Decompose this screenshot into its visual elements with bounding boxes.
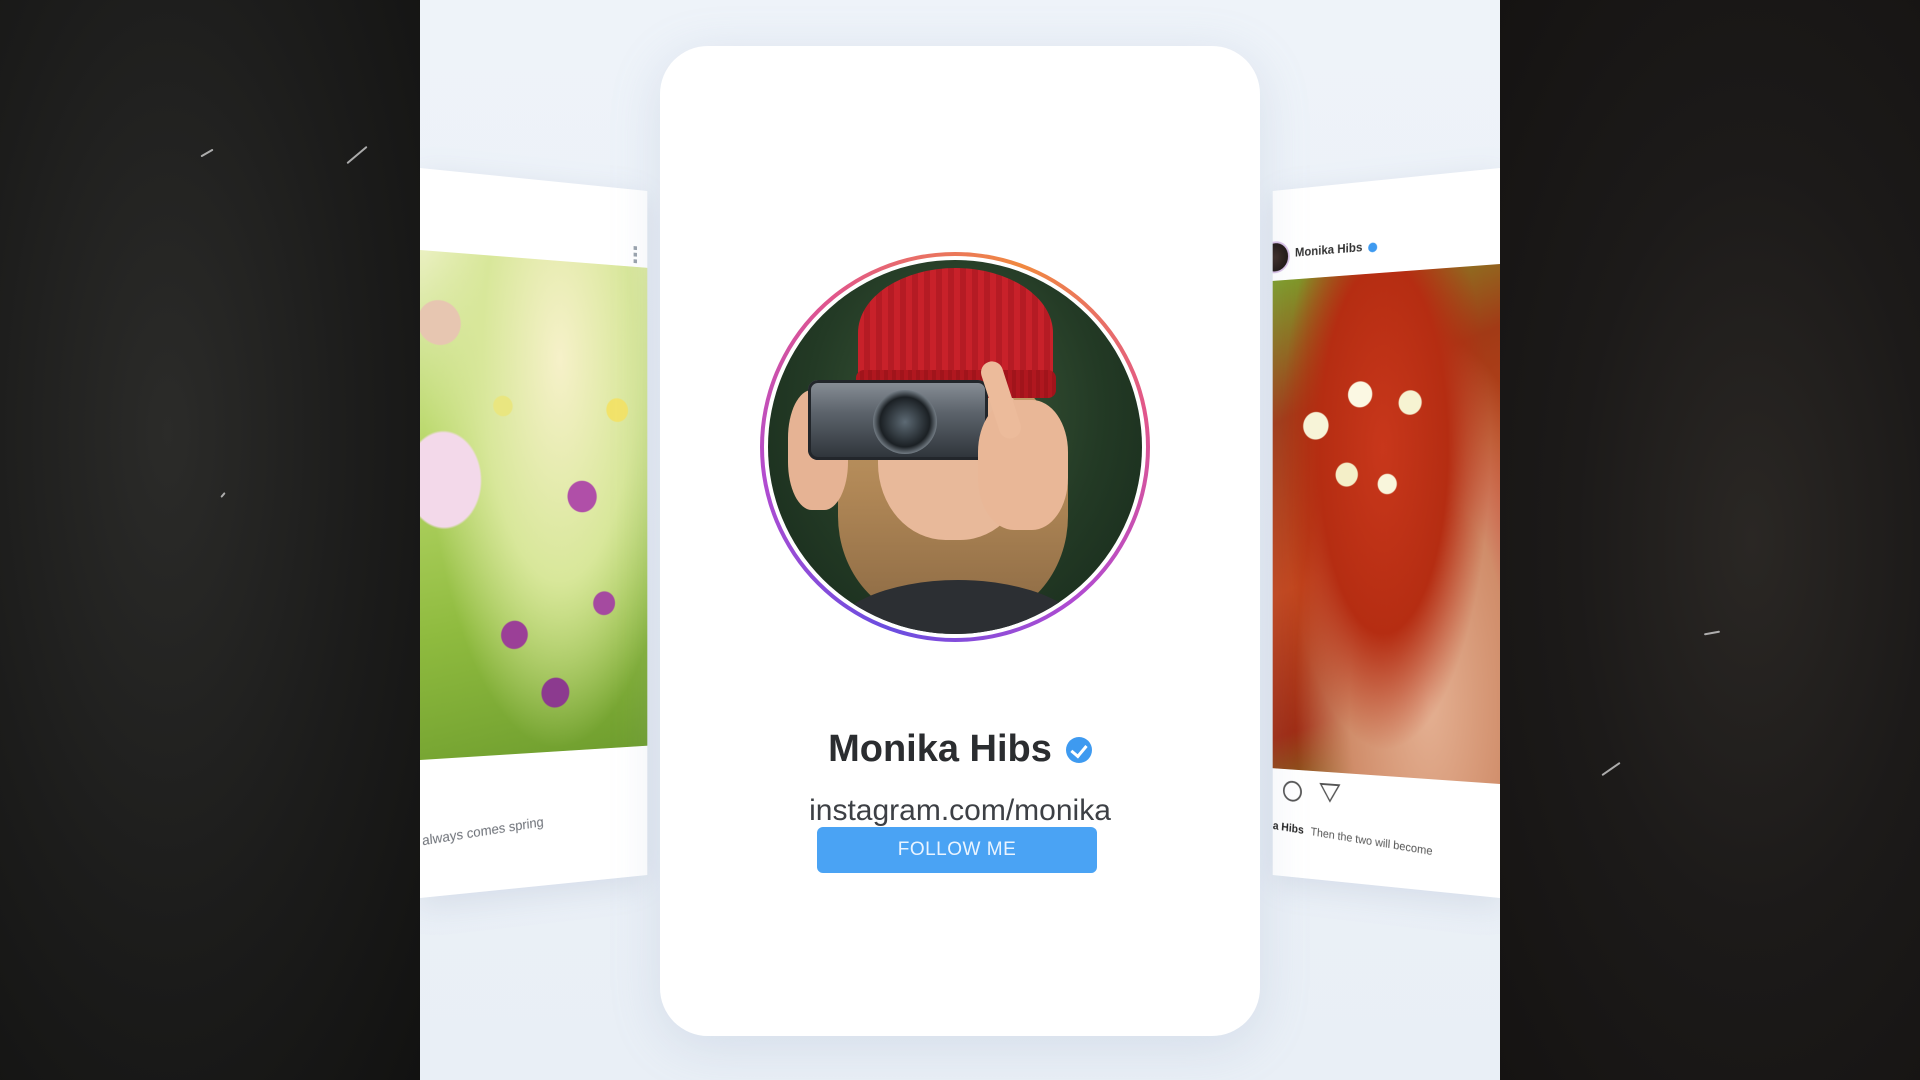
dust-scratch (346, 146, 367, 164)
post-header[interactable]: Monika Hibs (1295, 238, 1377, 259)
dust-scratch (1704, 631, 1720, 636)
post-avatar[interactable] (1273, 240, 1290, 274)
profile-avatar[interactable] (768, 260, 1142, 634)
post-card-left[interactable]: always comes spring (420, 168, 647, 898)
verified-badge-icon (1066, 737, 1092, 763)
post-card-right[interactable]: Monika Hibs a Hibs Then the two will beco… (1273, 168, 1500, 898)
right-dark-panel (1500, 0, 1920, 1080)
send-icon[interactable] (1319, 783, 1340, 804)
post-username: Monika Hibs (1295, 240, 1362, 260)
post-caption: always comes spring (422, 814, 544, 849)
comment-bubble-icon[interactable] (1283, 780, 1302, 802)
profile-name: Monika Hibs (828, 728, 1052, 770)
dust-scratch (220, 492, 225, 498)
profile-card: Monika Hibs instagram.com/monika FOLLOW … (660, 46, 1260, 1036)
left-dark-panel (0, 0, 420, 1080)
dust-scratch (200, 149, 213, 158)
dust-scratch (1601, 762, 1620, 776)
post-photo (420, 250, 647, 760)
verified-badge-icon (1368, 242, 1377, 252)
profile-link[interactable]: instagram.com/monika (660, 794, 1260, 828)
post-photo (1273, 264, 1500, 784)
caption-text: Then the two will become (1310, 825, 1433, 858)
post-caption: a Hibs Then the two will become (1273, 819, 1433, 858)
caption-username: a Hibs (1273, 819, 1305, 837)
stage: always comes spring Monika Hibs a Hibs Th… (420, 0, 1500, 1080)
post-actions (1283, 780, 1341, 805)
follow-button[interactable]: FOLLOW ME (817, 827, 1097, 873)
avatar-story-ring[interactable] (760, 252, 1150, 642)
profile-name-row: Monika Hibs (660, 728, 1260, 771)
more-dots-icon[interactable] (634, 246, 637, 263)
